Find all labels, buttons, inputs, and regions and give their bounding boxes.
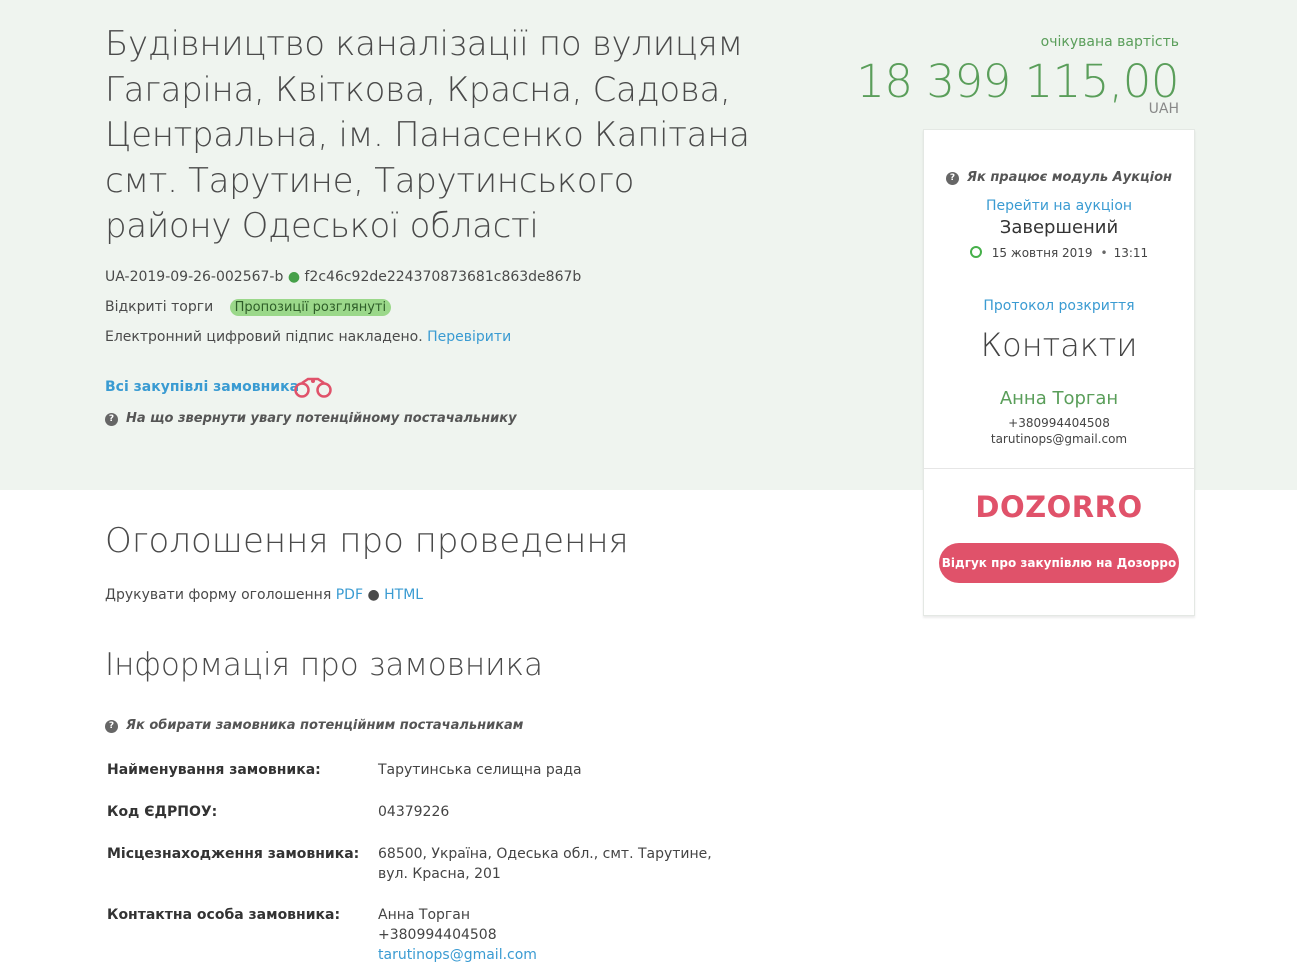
info-key: Найменування замовника: bbox=[107, 762, 321, 778]
auction-hint-text: Як працює модуль Аукціон bbox=[966, 170, 1173, 185]
question-icon: ? bbox=[945, 172, 959, 185]
clock-icon bbox=[969, 246, 982, 258]
question-icon: ? bbox=[105, 720, 118, 733]
tender-id: UA-2019-09-26-002567-b bbox=[105, 269, 284, 285]
contact-phone: +380994404508 bbox=[1008, 416, 1110, 430]
supplier-hint[interactable]: ? На що звернути увагу потенційному поста… bbox=[105, 411, 517, 426]
protocol-link-wrap: Протокол розкриття bbox=[924, 298, 1194, 314]
currency: UAH bbox=[1148, 101, 1179, 117]
contact-person-phone: +380994404508 bbox=[378, 927, 497, 943]
dozorro-feedback-button[interactable]: Відгук про закупівлю на Дозорро bbox=[939, 543, 1179, 583]
procedure-line: Відкриті торги Пропозиції розглянуті bbox=[105, 299, 392, 316]
info-key: Контактна особа замовника: bbox=[107, 907, 341, 923]
contact-name: Анна Торган bbox=[999, 388, 1119, 409]
tender-title: Будівництво каналізації по вулицям Гагар… bbox=[105, 24, 750, 246]
contacts-title: Контакти bbox=[980, 326, 1138, 364]
customer-hint-text: Як обирати замовника потенційним постача… bbox=[126, 718, 524, 733]
info-row: Найменування замовника: Тарутинська сели… bbox=[107, 760, 728, 780]
auction-hint[interactable]: ? Як працює модуль Аукціон bbox=[924, 170, 1194, 185]
contact-person-value: Анна Торган +380994404508 tarutinops@gma… bbox=[378, 905, 728, 962]
html-link[interactable]: HTML bbox=[384, 587, 423, 603]
contact-person-name: Анна Торган bbox=[378, 907, 471, 923]
dozorro-logo: DOZORRO bbox=[975, 490, 1143, 524]
divider bbox=[924, 468, 1194, 469]
auction-datetime: 15 жовтня 2019 • 13:11 bbox=[924, 246, 1194, 260]
auction-card: ? Як працює модуль Аукціон Перейти на аук… bbox=[923, 129, 1195, 616]
auction-status: Завершений bbox=[999, 217, 1119, 238]
contact-email: tarutinops@gmail.com bbox=[990, 432, 1128, 446]
all-purchases-link[interactable]: Всі закупівлі замовника bbox=[105, 379, 299, 395]
auction-date: 15 жовтня 2019 bbox=[991, 246, 1093, 260]
info-value: 68500, Україна, Одеська обл., смт. Тарут… bbox=[378, 846, 712, 882]
signature-text: Електронний цифровий підпис накладено. bbox=[105, 329, 423, 345]
info-key: Код ЄДРПОУ: bbox=[107, 804, 218, 820]
status-badge: Пропозиції розглянуті bbox=[229, 299, 392, 316]
info-key: Місцезнаходження замовника: bbox=[107, 846, 360, 862]
announcement-title: Оголошення про проведення bbox=[105, 521, 629, 561]
signature-line: Електронний цифровий підпис накладено. П… bbox=[105, 329, 511, 345]
procedure-type: Відкриті торги bbox=[105, 299, 214, 315]
tender-hash: f2c46c92de224370873681c863de867b bbox=[304, 269, 582, 285]
verify-signature-link[interactable]: Перевірити bbox=[427, 329, 511, 345]
binoculars-icon[interactable] bbox=[292, 377, 334, 399]
separator-dot-icon: • bbox=[1100, 246, 1108, 260]
expected-value-label: очікувана вартість bbox=[1040, 34, 1179, 50]
info-value: Тарутинська селищна рада bbox=[378, 762, 582, 778]
auction-time: 13:11 bbox=[1113, 246, 1149, 260]
tender-id-line: UA-2019-09-26-002567-b ● f2c46c92de22437… bbox=[105, 269, 581, 285]
protocol-link[interactable]: Протокол розкриття bbox=[983, 298, 1134, 314]
info-row: Контактна особа замовника: Анна Торган +… bbox=[107, 905, 728, 962]
question-icon: ? bbox=[105, 413, 118, 426]
supplier-hint-text: На що звернути увагу потенційному постач… bbox=[126, 411, 517, 426]
info-row: Місцезнаходження замовника: 68500, Украї… bbox=[107, 844, 728, 884]
pdf-link[interactable]: PDF bbox=[336, 587, 363, 603]
print-label: Друкувати форму оголошення bbox=[105, 587, 332, 603]
separator-dot-icon: ● bbox=[367, 587, 380, 603]
customer-info-title: Інформація про замовника bbox=[105, 647, 543, 683]
contact-person-email-link[interactable]: tarutinops@gmail.com bbox=[378, 947, 537, 962]
expected-value: 18 399 115,00 bbox=[856, 55, 1179, 108]
separator-dot-icon: ● bbox=[287, 269, 301, 285]
info-row: Код ЄДРПОУ: 04379226 bbox=[107, 802, 728, 822]
info-value: 04379226 bbox=[378, 804, 450, 820]
go-to-auction-link[interactable]: Перейти на аукціон bbox=[986, 198, 1132, 214]
auction-link-wrap: Перейти на аукціон bbox=[924, 198, 1194, 214]
customer-hint[interactable]: ? Як обирати замовника потенційним постач… bbox=[105, 718, 523, 733]
print-line: Друкувати форму оголошення PDF ● HTML bbox=[105, 587, 423, 603]
